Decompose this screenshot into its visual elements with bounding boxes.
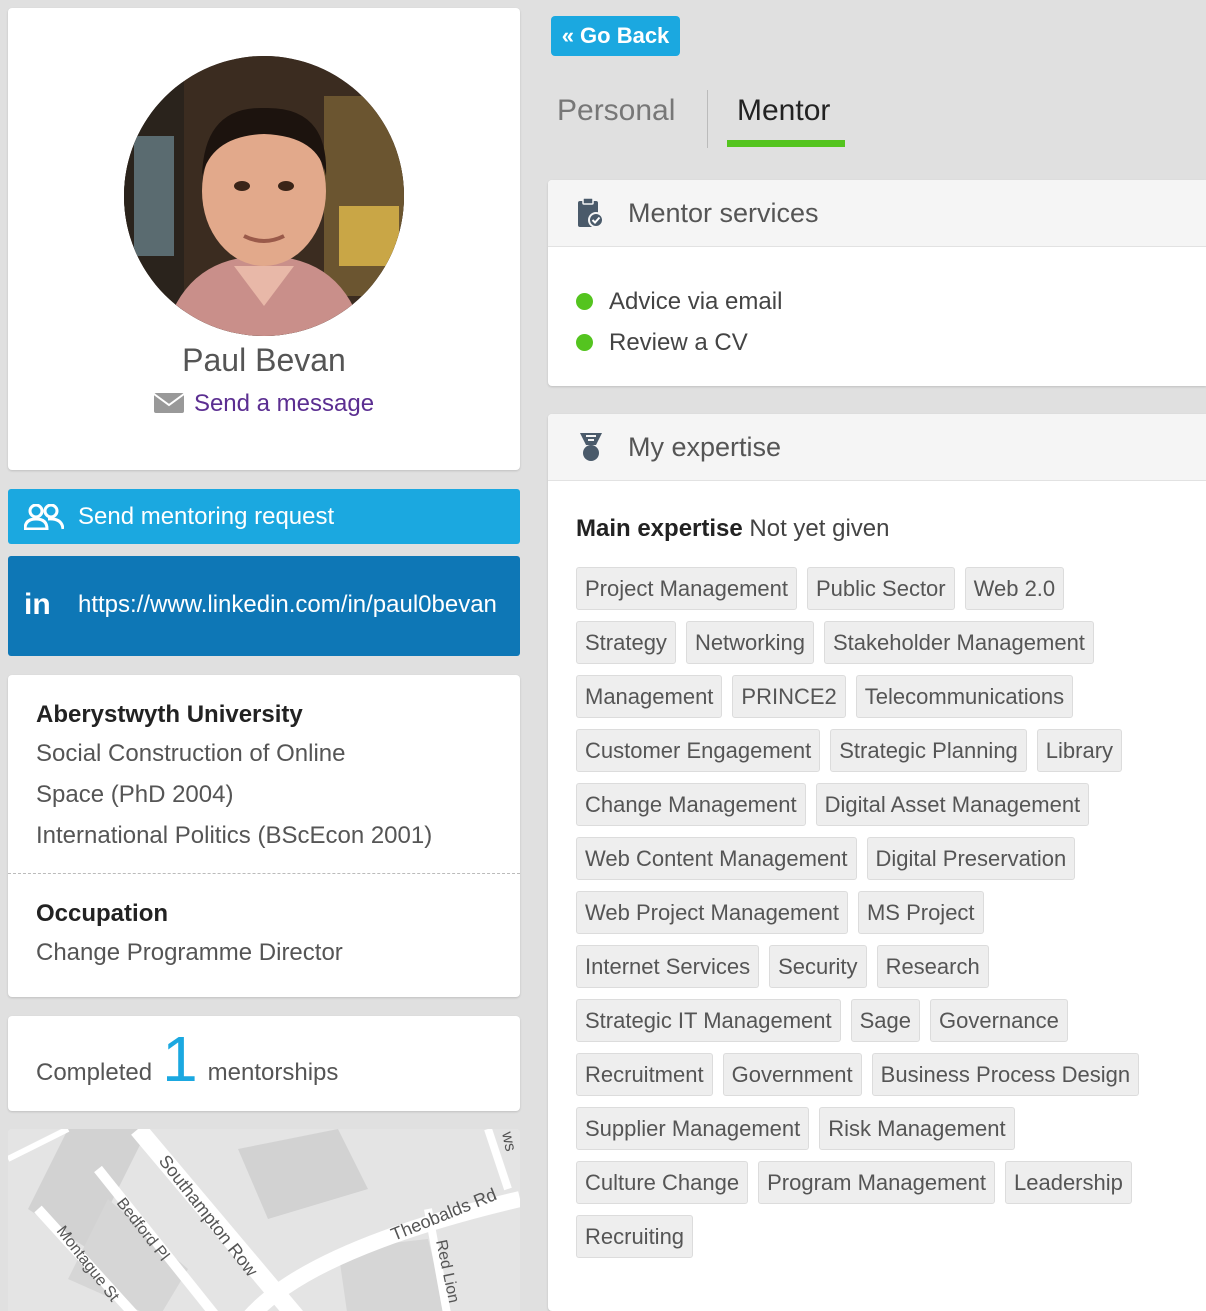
go-back-button[interactable]: « Go Back — [551, 16, 680, 56]
expertise-tag: Public Sector — [807, 567, 955, 610]
expertise-tag: Management — [576, 675, 723, 718]
linkedin-url: https://www.linkedin.com/in/paul0bevan — [78, 590, 497, 618]
expertise-tag: Recruitment — [576, 1053, 713, 1096]
status-dot — [576, 293, 593, 310]
expertise-tag: Change Management — [576, 783, 806, 826]
expertise-tags: Project Management Public Sector Web 2.0 St… — [548, 543, 1206, 1269]
completed-mentorships-card: Completed 1 mentorships — [8, 1016, 520, 1111]
divider — [8, 873, 520, 874]
linkedin-link[interactable]: in https://www.linkedin.com/in/paul0beva… — [8, 556, 520, 656]
my-expertise-header: My expertise — [548, 414, 1206, 481]
expertise-tag: Sage — [850, 999, 920, 1042]
expertise-tag: Strategy — [576, 621, 676, 664]
mentor-services-title: Mentor services — [628, 197, 819, 228]
expertise-tag: Risk Management — [819, 1107, 1015, 1150]
envelope-icon — [153, 393, 184, 413]
mentor-services-header: Mentor services — [548, 180, 1206, 247]
education-card: Aberystwyth University Social Constructi… — [8, 675, 520, 997]
expertise-tag: Project Management — [576, 567, 797, 610]
service-label: Advice via email — [609, 288, 783, 315]
profile-card: Paul Bevan Send a message — [8, 8, 520, 470]
occupation-label: Occupation — [36, 900, 169, 927]
expertise-tag: PRINCE2 — [732, 675, 846, 718]
expertise-tag: Strategic Planning — [830, 729, 1027, 772]
my-expertise-panel: My expertise Main expertise Not yet give… — [548, 414, 1206, 1311]
expertise-tag: Program Management — [758, 1161, 995, 1204]
expertise-tag: Stakeholder Management — [823, 621, 1094, 664]
degree-item: International Politics (BScEcon 2001) — [36, 822, 433, 849]
expertise-tag: Customer Engagement — [576, 729, 821, 772]
active-tab-indicator — [727, 140, 845, 147]
expertise-tag: Digital Asset Management — [815, 783, 1090, 826]
service-item: Review a CV — [576, 322, 1206, 363]
occupation-value: Change Programme Director — [36, 939, 343, 966]
expertise-tag: Digital Preservation — [866, 837, 1076, 880]
clipboard-check-icon — [578, 197, 604, 228]
expertise-tag: Governance — [930, 999, 1068, 1042]
location-map[interactable]: Southampton Row Bedford Pl Montague St T… — [8, 1129, 520, 1311]
expertise-tag: Strategic IT Management — [576, 999, 841, 1042]
map-graphic: Southampton Row Bedford Pl Montague St T… — [8, 1129, 520, 1311]
tab-separator — [707, 90, 708, 148]
send-mentoring-request-label: Send mentoring request — [78, 502, 335, 530]
mentor-services-list: Advice via email Review a CV — [548, 247, 1206, 363]
institution-name: Aberystwyth University — [36, 701, 303, 728]
send-message-link[interactable]: Send a message — [8, 390, 520, 418]
expertise-tag: Supplier Management — [576, 1107, 810, 1150]
expertise-tag: Networking — [685, 621, 814, 664]
linkedin-icon: in — [24, 588, 51, 621]
avatar — [124, 56, 404, 336]
completed-suffix: mentorships — [207, 1059, 339, 1086]
mentor-services-panel: Mentor services Advice via email Review … — [548, 180, 1206, 386]
tab-personal[interactable]: Personal — [557, 94, 675, 128]
degree-item: Social Construction of Online Space (PhD… — [36, 740, 346, 808]
expertise-tag: Government — [722, 1053, 862, 1096]
expertise-tag: Business Process Design — [871, 1053, 1140, 1096]
users-icon — [24, 503, 64, 530]
expertise-tag: Web 2.0 — [964, 567, 1065, 610]
expertise-tag: Culture Change — [576, 1161, 749, 1204]
expertise-tag: Web Content Management — [576, 837, 857, 880]
expertise-tag: MS Project — [857, 891, 984, 934]
expertise-tag: Telecommunications — [855, 675, 1074, 718]
main-expertise: Main expertise Not yet given — [548, 481, 1206, 543]
mentorship-count: 1 — [162, 1023, 198, 1095]
tab-mentor[interactable]: Mentor — [737, 94, 830, 128]
main-expertise-label: Main expertise — [576, 515, 743, 542]
expertise-tag: Recruiting — [576, 1215, 694, 1258]
status-dot — [576, 334, 593, 351]
profile-name: Paul Bevan — [182, 342, 346, 378]
service-label: Review a CV — [609, 329, 748, 356]
send-message-label: Send a message — [193, 390, 375, 417]
my-expertise-title: My expertise — [628, 431, 782, 462]
expertise-tag: Internet Services — [576, 945, 760, 988]
completed-prefix: Completed — [36, 1059, 153, 1086]
medal-icon — [580, 433, 602, 461]
send-mentoring-request-button[interactable]: Send mentoring request — [8, 489, 520, 544]
expertise-tag: Library — [1036, 729, 1123, 772]
expertise-tag: Leadership — [1005, 1161, 1132, 1204]
expertise-tag: Web Project Management — [576, 891, 848, 934]
left-column: Paul Bevan Send a message Send mentoring… — [8, 8, 520, 1311]
service-item: Advice via email — [576, 281, 1206, 322]
main-expertise-value: Not yet given — [749, 515, 890, 542]
expertise-tag: Research — [876, 945, 989, 988]
expertise-tag: Security — [769, 945, 867, 988]
